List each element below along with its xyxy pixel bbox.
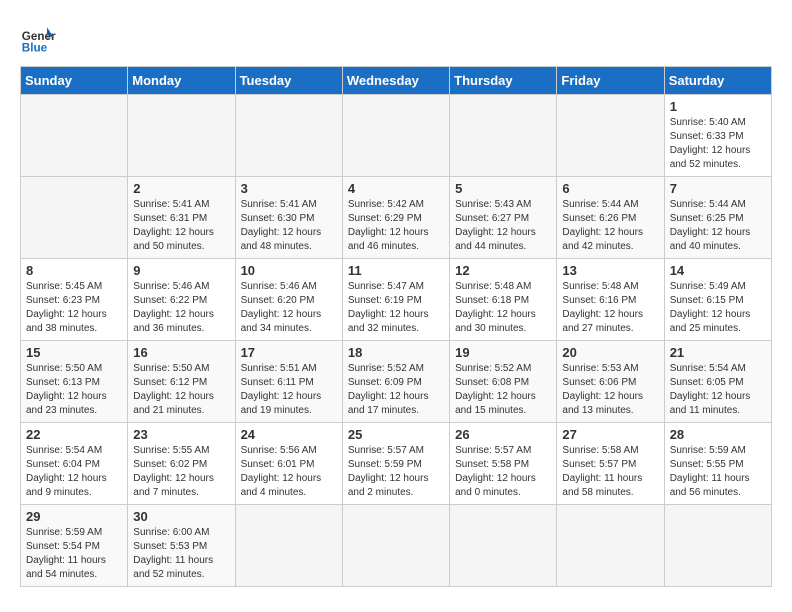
calendar-day-19: 19 Sunrise: 5:52 AMSunset: 6:08 PMDaylig… [450, 341, 557, 423]
calendar-body: 1 Sunrise: 5:40 AMSunset: 6:33 PMDayligh… [21, 95, 772, 587]
calendar-day-7: 7 Sunrise: 5:44 AMSunset: 6:25 PMDayligh… [664, 177, 771, 259]
week-2: 2 Sunrise: 5:41 AMSunset: 6:31 PMDayligh… [21, 177, 772, 259]
calendar-day-15: 15 Sunrise: 5:50 AMSunset: 6:13 PMDaylig… [21, 341, 128, 423]
week-4: 15 Sunrise: 5:50 AMSunset: 6:13 PMDaylig… [21, 341, 772, 423]
empty-cell [342, 505, 449, 587]
calendar-day-6: 6 Sunrise: 5:44 AMSunset: 6:26 PMDayligh… [557, 177, 664, 259]
calendar-day-22: 22 Sunrise: 5:54 AMSunset: 6:04 PMDaylig… [21, 423, 128, 505]
day-header-friday: Friday [557, 67, 664, 95]
empty-cell [21, 95, 128, 177]
calendar-day-28: 28 Sunrise: 5:59 AMSunset: 5:55 PMDaylig… [664, 423, 771, 505]
empty-cell [235, 95, 342, 177]
calendar-day-30: 30 Sunrise: 6:00 AMSunset: 5:53 PMDaylig… [128, 505, 235, 587]
calendar-day-4: 4 Sunrise: 5:42 AMSunset: 6:29 PMDayligh… [342, 177, 449, 259]
calendar-table: SundayMondayTuesdayWednesdayThursdayFrid… [20, 66, 772, 587]
calendar-day-17: 17 Sunrise: 5:51 AMSunset: 6:11 PMDaylig… [235, 341, 342, 423]
week-3: 8 Sunrise: 5:45 AMSunset: 6:23 PMDayligh… [21, 259, 772, 341]
calendar-day-2: 2 Sunrise: 5:41 AMSunset: 6:31 PMDayligh… [128, 177, 235, 259]
calendar-day-1: 1 Sunrise: 5:40 AMSunset: 6:33 PMDayligh… [664, 95, 771, 177]
calendar-day-27: 27 Sunrise: 5:58 AMSunset: 5:57 PMDaylig… [557, 423, 664, 505]
header: General Blue [20, 20, 772, 56]
empty-cell [235, 505, 342, 587]
calendar-day-26: 26 Sunrise: 5:57 AMSunset: 5:58 PMDaylig… [450, 423, 557, 505]
calendar-day-9: 9 Sunrise: 5:46 AMSunset: 6:22 PMDayligh… [128, 259, 235, 341]
calendar-day-8: 8 Sunrise: 5:45 AMSunset: 6:23 PMDayligh… [21, 259, 128, 341]
logo: General Blue [20, 20, 56, 56]
calendar-day-16: 16 Sunrise: 5:50 AMSunset: 6:12 PMDaylig… [128, 341, 235, 423]
empty-cell [450, 95, 557, 177]
day-header-thursday: Thursday [450, 67, 557, 95]
day-header-saturday: Saturday [664, 67, 771, 95]
calendar-day-11: 11 Sunrise: 5:47 AMSunset: 6:19 PMDaylig… [342, 259, 449, 341]
calendar-day-12: 12 Sunrise: 5:48 AMSunset: 6:18 PMDaylig… [450, 259, 557, 341]
calendar-day-3: 3 Sunrise: 5:41 AMSunset: 6:30 PMDayligh… [235, 177, 342, 259]
logo-icon: General Blue [20, 20, 56, 56]
empty-cell [21, 177, 128, 259]
svg-text:Blue: Blue [22, 42, 48, 55]
calendar-day-23: 23 Sunrise: 5:55 AMSunset: 6:02 PMDaylig… [128, 423, 235, 505]
empty-cell [557, 505, 664, 587]
day-header-wednesday: Wednesday [342, 67, 449, 95]
empty-cell [664, 505, 771, 587]
calendar-day-10: 10 Sunrise: 5:46 AMSunset: 6:20 PMDaylig… [235, 259, 342, 341]
empty-cell [450, 505, 557, 587]
calendar-day-14: 14 Sunrise: 5:49 AMSunset: 6:15 PMDaylig… [664, 259, 771, 341]
week-5: 22 Sunrise: 5:54 AMSunset: 6:04 PMDaylig… [21, 423, 772, 505]
empty-cell [342, 95, 449, 177]
calendar-day-24: 24 Sunrise: 5:56 AMSunset: 6:01 PMDaylig… [235, 423, 342, 505]
empty-cell [128, 95, 235, 177]
week-6: 29 Sunrise: 5:59 AMSunset: 5:54 PMDaylig… [21, 505, 772, 587]
day-header-monday: Monday [128, 67, 235, 95]
calendar-day-5: 5 Sunrise: 5:43 AMSunset: 6:27 PMDayligh… [450, 177, 557, 259]
calendar-header-row: SundayMondayTuesdayWednesdayThursdayFrid… [21, 67, 772, 95]
day-header-tuesday: Tuesday [235, 67, 342, 95]
calendar-day-21: 21 Sunrise: 5:54 AMSunset: 6:05 PMDaylig… [664, 341, 771, 423]
day-header-sunday: Sunday [21, 67, 128, 95]
calendar-day-13: 13 Sunrise: 5:48 AMSunset: 6:16 PMDaylig… [557, 259, 664, 341]
calendar-day-29: 29 Sunrise: 5:59 AMSunset: 5:54 PMDaylig… [21, 505, 128, 587]
calendar-day-18: 18 Sunrise: 5:52 AMSunset: 6:09 PMDaylig… [342, 341, 449, 423]
calendar-day-25: 25 Sunrise: 5:57 AMSunset: 5:59 PMDaylig… [342, 423, 449, 505]
empty-cell [557, 95, 664, 177]
calendar-day-20: 20 Sunrise: 5:53 AMSunset: 6:06 PMDaylig… [557, 341, 664, 423]
week-1: 1 Sunrise: 5:40 AMSunset: 6:33 PMDayligh… [21, 95, 772, 177]
